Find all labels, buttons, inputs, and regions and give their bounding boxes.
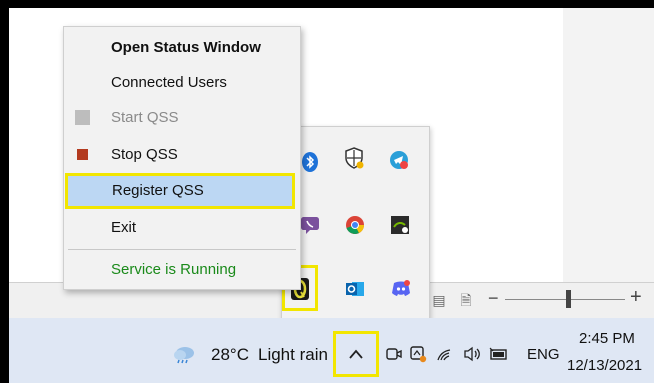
service-status-item: Service is Running — [64, 253, 300, 287]
menu-item-exit[interactable]: Exit — [64, 211, 300, 245]
nvidia-icon[interactable] — [386, 211, 414, 239]
read-mode-icon[interactable]: 🗎 — [458, 290, 474, 310]
battery-icon[interactable] — [489, 344, 509, 364]
show-hidden-icons-button[interactable] — [333, 331, 379, 377]
menu-item-stop-qss[interactable]: Stop QSS — [64, 138, 300, 172]
clock-time[interactable]: 2:45 PM — [579, 329, 635, 349]
start-icon — [75, 110, 90, 125]
telegram-icon[interactable] — [385, 146, 413, 174]
meet-now-icon[interactable] — [384, 344, 404, 364]
background-window-panel — [563, 8, 654, 288]
weather-rain-icon[interactable] — [172, 344, 196, 364]
zoom-slider-track[interactable] — [505, 299, 625, 300]
menu-item-connected-users[interactable]: Connected Users — [64, 66, 300, 100]
zoom-slider-thumb[interactable] — [566, 290, 571, 308]
zoom-in-button[interactable]: + — [630, 285, 642, 309]
menu-item-label: Connected Users — [111, 74, 227, 91]
service-status-text: Service is Running — [111, 261, 237, 278]
input-language-indicator[interactable]: ENG — [527, 345, 560, 365]
window-frame-left — [0, 0, 9, 383]
weather-description[interactable]: Light rain — [258, 345, 328, 365]
menu-item-label: Register QSS — [112, 182, 204, 199]
volume-icon[interactable] — [462, 344, 482, 364]
stop-icon — [77, 149, 88, 160]
page-view-icon[interactable]: ▤ — [431, 290, 447, 310]
menu-item-label: Exit — [111, 219, 137, 236]
menu-separator — [68, 249, 296, 250]
chevron-up-icon — [349, 349, 363, 359]
zoom-out-button[interactable]: − — [488, 287, 499, 309]
menu-item-label: Open Status Window — [111, 39, 261, 56]
menu-item-open-status-window[interactable]: Open Status Window — [64, 31, 300, 65]
clock-date[interactable]: 12/13/2021 — [567, 356, 642, 376]
menu-item-label: Stop QSS — [111, 146, 178, 163]
menu-item-label: Start QSS — [111, 109, 179, 126]
window-frame-top — [0, 0, 654, 8]
security-shield-icon[interactable] — [340, 144, 368, 172]
wifi-icon[interactable] — [435, 344, 455, 364]
menu-item-start-qss[interactable]: Start QSS — [64, 101, 300, 135]
sync-status-icon[interactable] — [408, 344, 428, 364]
qss-context-menu: Open Status Window Connected Users Start… — [63, 26, 301, 290]
menu-item-register-qss[interactable]: Register QSS — [65, 173, 295, 209]
chrome-icon[interactable] — [341, 211, 369, 239]
outlook-icon[interactable] — [341, 275, 369, 303]
discord-icon[interactable] — [387, 275, 415, 303]
weather-temperature[interactable]: 28°C — [211, 345, 249, 365]
